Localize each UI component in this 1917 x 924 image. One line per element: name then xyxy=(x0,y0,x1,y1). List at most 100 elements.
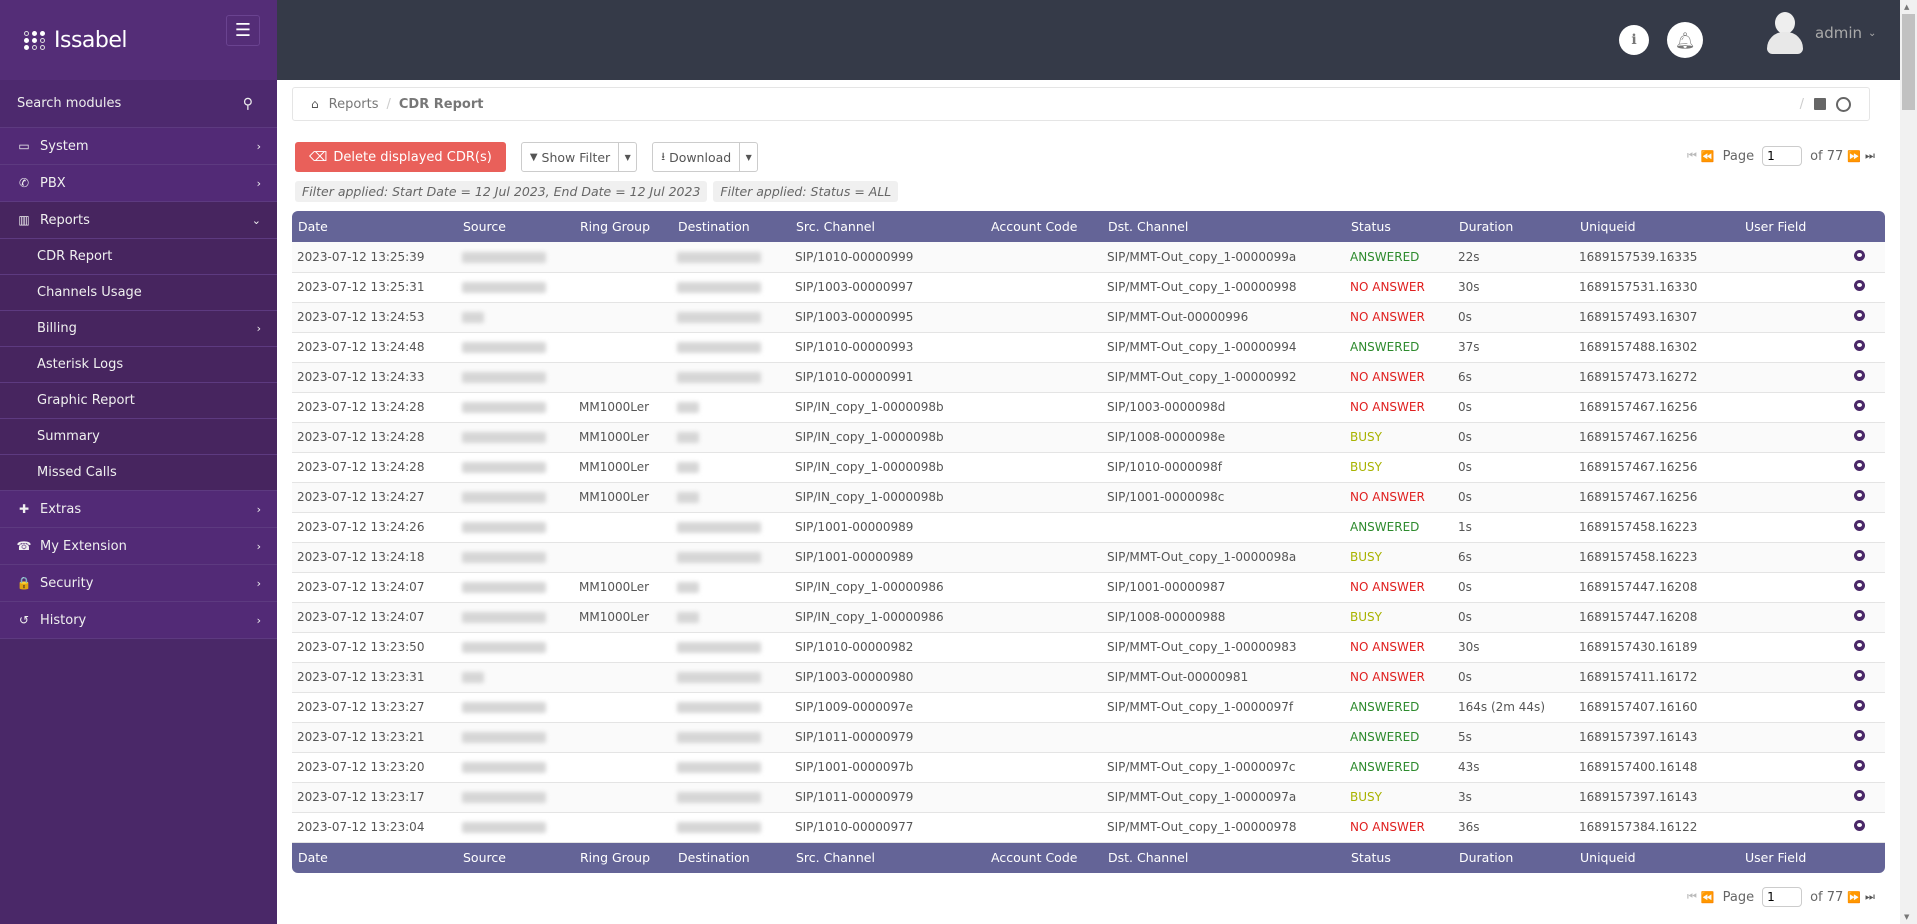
download-button[interactable]: ⭳ Download xyxy=(653,143,739,171)
redacted-destination xyxy=(677,672,761,683)
column-header-duration[interactable]: Duration xyxy=(1453,842,1574,873)
column-header-src-channel[interactable]: Src. Channel xyxy=(790,211,985,242)
view-details-eye-icon[interactable] xyxy=(1854,640,1865,651)
redacted-destination xyxy=(677,762,761,773)
notifications-button[interactable]: 🔔︎ xyxy=(1667,22,1703,58)
sidebar-subitem-summary[interactable]: Summary xyxy=(0,419,277,455)
column-header-uniqueid[interactable]: Uniqueid xyxy=(1574,211,1739,242)
show-filter-dropdown[interactable]: ▼ xyxy=(618,143,636,171)
sidebar-item-extras[interactable]: ✚ Extras › xyxy=(0,491,277,528)
sidebar-subitem-cdr-report[interactable]: CDR Report xyxy=(0,239,277,275)
column-header-user-field[interactable]: User Field xyxy=(1739,842,1885,873)
view-details-eye-icon[interactable] xyxy=(1854,700,1865,711)
sidebar-subitem-asterisk-logs[interactable]: Asterisk Logs xyxy=(0,347,277,383)
column-header-date[interactable]: Date xyxy=(292,211,457,242)
column-header-ring-group[interactable]: Ring Group xyxy=(574,842,672,873)
view-details-eye-icon[interactable] xyxy=(1854,730,1865,741)
view-details-eye-icon[interactable] xyxy=(1854,790,1865,801)
sidebar-item-system[interactable]: ▭ System › xyxy=(0,128,277,165)
view-details-eye-icon[interactable] xyxy=(1854,520,1865,531)
page-input[interactable] xyxy=(1762,146,1803,166)
vertical-scrollbar[interactable]: ▲ ▼ xyxy=(1900,0,1917,924)
scroll-down-icon[interactable]: ▼ xyxy=(1904,913,1909,921)
info-button[interactable]: i xyxy=(1619,25,1649,55)
caret-down-icon: ▼ xyxy=(624,152,631,162)
download-dropdown[interactable]: ▼ xyxy=(739,143,757,171)
view-details-eye-icon[interactable] xyxy=(1854,340,1865,351)
delete-displayed-cdrs-button[interactable]: ⌫ Delete displayed CDR(s) xyxy=(295,142,506,172)
view-details-eye-icon[interactable] xyxy=(1854,760,1865,771)
sidebar-item-my-extension[interactable]: ☎ My Extension › xyxy=(0,528,277,565)
home-icon[interactable]: ⌂ xyxy=(311,97,319,111)
view-details-eye-icon[interactable] xyxy=(1854,400,1865,411)
column-header-source[interactable]: Source xyxy=(457,842,574,873)
cell-date: 2023-07-12 13:25:39 xyxy=(292,242,457,273)
view-details-eye-icon[interactable] xyxy=(1854,430,1865,441)
sticky-note-icon[interactable] xyxy=(1814,98,1826,110)
cell-uniqueid: 1689157411.16172 xyxy=(1574,662,1739,693)
search-icon[interactable]: ⚲ xyxy=(243,96,253,112)
sidebar-subitem-billing[interactable]: Billing › xyxy=(0,311,277,347)
next-page-icon[interactable]: ⏩ xyxy=(1847,150,1861,163)
column-header-uniqueid[interactable]: Uniqueid xyxy=(1574,842,1739,873)
column-header-dst-channel[interactable]: Dst. Channel xyxy=(1102,842,1345,873)
page-input[interactable] xyxy=(1762,887,1803,907)
column-header-account-code[interactable]: Account Code xyxy=(985,211,1102,242)
page-label: Page xyxy=(1722,148,1755,164)
cell-source xyxy=(457,302,574,333)
sidebar-item-pbx[interactable]: ✆ PBX › xyxy=(0,165,277,202)
search-modules[interactable]: Search modules ⚲ xyxy=(0,80,277,128)
sidebar-subitem-graphic-report[interactable]: Graphic Report xyxy=(0,383,277,419)
column-header-status[interactable]: Status xyxy=(1345,211,1453,242)
cell-destination xyxy=(672,482,790,513)
view-details-eye-icon[interactable] xyxy=(1854,550,1865,561)
column-header-duration[interactable]: Duration xyxy=(1453,211,1574,242)
column-header-ring-group[interactable]: Ring Group xyxy=(574,211,672,242)
column-header-destination[interactable]: Destination xyxy=(672,842,790,873)
cell-user-field xyxy=(1739,452,1885,483)
first-page-icon[interactable]: ⏮ xyxy=(1687,149,1697,163)
caret-down-icon: ▼ xyxy=(745,152,752,162)
menu-toggle-button[interactable]: ☰ xyxy=(226,15,260,46)
column-header-date[interactable]: Date xyxy=(292,842,457,873)
scroll-up-icon[interactable]: ▲ xyxy=(1904,3,1909,11)
breadcrumb-reports[interactable]: Reports xyxy=(329,97,379,112)
last-page-icon[interactable]: ⏭ xyxy=(1865,890,1875,904)
view-details-eye-icon[interactable] xyxy=(1854,580,1865,591)
cell-account-code xyxy=(985,422,1102,453)
sidebar-item-reports[interactable]: ▥ Reports ⌄ xyxy=(0,202,277,239)
cell-destination xyxy=(672,512,790,543)
next-page-icon[interactable]: ⏩ xyxy=(1847,891,1861,904)
view-details-eye-icon[interactable] xyxy=(1854,280,1865,291)
column-header-status[interactable]: Status xyxy=(1345,842,1453,873)
sidebar-item-security[interactable]: 🔒 Security › xyxy=(0,565,277,602)
sidebar-subitem-channels-usage[interactable]: Channels Usage xyxy=(0,275,277,311)
column-header-source[interactable]: Source xyxy=(457,211,574,242)
view-details-eye-icon[interactable] xyxy=(1854,370,1865,381)
view-details-eye-icon[interactable] xyxy=(1854,460,1865,471)
view-details-eye-icon[interactable] xyxy=(1854,249,1865,261)
prev-page-icon[interactable]: ⏪ xyxy=(1701,150,1715,163)
view-details-eye-icon[interactable] xyxy=(1854,670,1865,681)
view-details-eye-icon[interactable] xyxy=(1854,610,1865,621)
cell-account-code xyxy=(985,722,1102,753)
last-page-icon[interactable]: ⏭ xyxy=(1865,149,1875,163)
sidebar-subitem-missed-calls[interactable]: Missed Calls xyxy=(0,455,277,491)
scrollbar-thumb[interactable] xyxy=(1902,14,1915,110)
column-header-account-code[interactable]: Account Code xyxy=(985,842,1102,873)
view-details-eye-icon[interactable] xyxy=(1854,820,1865,831)
user-menu[interactable]: admin ⌄ xyxy=(1767,12,1876,54)
cell-source xyxy=(457,452,574,483)
column-header-dst-channel[interactable]: Dst. Channel xyxy=(1102,211,1345,242)
column-header-destination[interactable]: Destination xyxy=(672,211,790,242)
prev-page-icon[interactable]: ⏪ xyxy=(1701,891,1715,904)
column-header-user-field[interactable]: User Field xyxy=(1739,211,1885,242)
cell-dst-channel: SIP/MMT-Out_copy_1-00000978 xyxy=(1102,812,1345,843)
help-lifebuoy-icon[interactable] xyxy=(1836,96,1851,112)
view-details-eye-icon[interactable] xyxy=(1854,310,1865,321)
first-page-icon[interactable]: ⏮ xyxy=(1687,890,1697,904)
show-filter-button[interactable]: ▼ Show Filter xyxy=(522,143,618,171)
sidebar-item-history[interactable]: ↺ History › xyxy=(0,602,277,639)
column-header-src-channel[interactable]: Src. Channel xyxy=(790,842,985,873)
view-details-eye-icon[interactable] xyxy=(1854,490,1865,501)
